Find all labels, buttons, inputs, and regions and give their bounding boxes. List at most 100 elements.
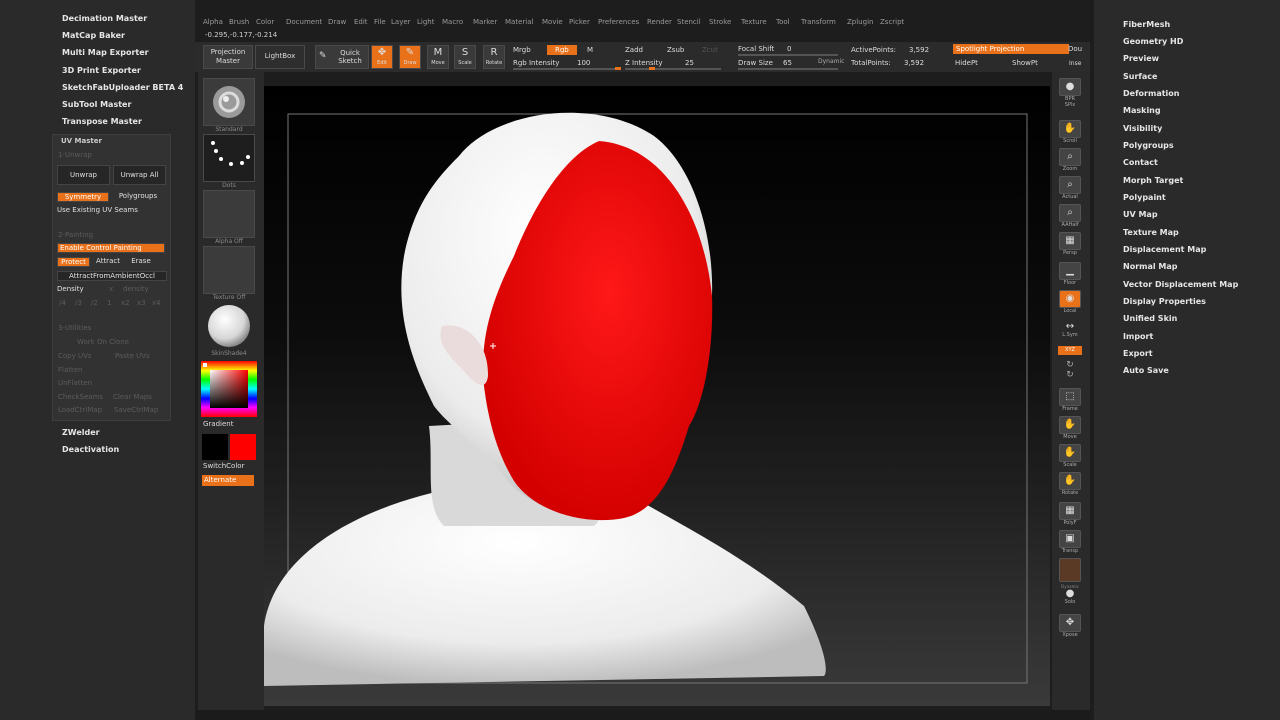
attract-from-ambient-occlusion-button[interactable]: AttractFromAmbientOccl [57,271,167,281]
display-properties-menu[interactable]: Display Properties [1123,297,1206,306]
document-canvas[interactable] [264,86,1050,706]
stroke-thumbnail[interactable] [203,134,255,182]
material-thumbnail[interactable] [203,302,255,350]
zadd-button[interactable]: Zadd [625,46,643,54]
frame-button[interactable]: ⬚ Frame [1058,388,1082,414]
menu-brush[interactable]: Brush [229,18,249,26]
paste-uvs-button[interactable]: Paste UVs [115,352,150,360]
alpha-thumbnail[interactable] [203,190,255,238]
plugin-zwelder[interactable]: ZWelder [62,428,100,437]
rgb-intensity-slider[interactable] [513,67,621,70]
menu-preferences[interactable]: Preferences [598,18,639,26]
rgb-intensity-slider-knob[interactable] [615,67,621,70]
polygroups-menu[interactable]: Polygroups [1123,141,1174,150]
masking-menu[interactable]: Masking [1123,106,1161,115]
solo-button[interactable]: Dynamic ● Solo [1058,584,1082,610]
zcut-button[interactable]: Zcut [702,46,718,54]
menu-stencil[interactable]: Stencil [677,18,701,26]
scroll-button[interactable]: ✋ Scroll [1058,120,1082,146]
persp-button[interactable]: ▦ Persp [1058,232,1082,258]
lightbox-button[interactable]: LightBox [255,45,305,69]
uv-master-title[interactable]: UV Master [61,137,102,145]
plugin-3d-print-exporter[interactable]: 3D Print Exporter [62,66,141,75]
polypaint-menu[interactable]: Polypaint [1123,193,1166,202]
menu-material[interactable]: Material [505,18,533,26]
projection-master-button[interactable]: Projection Master [203,45,253,69]
z-intensity-slider-knob[interactable] [649,67,655,70]
double-toggle[interactable]: Dou [1068,45,1082,53]
spotlight-projection-toggle[interactable]: Spotlight Projection [953,44,1069,54]
rotate-view-button[interactable]: ✋ Rotate [1058,472,1082,498]
focal-shift-value[interactable]: 0 [787,45,791,53]
lsym-button[interactable]: ↔ L.Sym [1058,322,1082,348]
menu-stroke[interactable]: Stroke [709,18,731,26]
uv-map-menu[interactable]: UV Map [1123,210,1158,219]
hidept-button[interactable]: HidePt [955,59,978,67]
unflatten-button[interactable]: UnFlatten [58,379,92,387]
menu-document[interactable]: Document [286,18,322,26]
export-menu[interactable]: Export [1123,349,1153,358]
rotate-axis-icons[interactable]: ↻ ↻ [1058,360,1082,384]
menu-picker[interactable]: Picker [569,18,590,26]
plugin-deactivation[interactable]: Deactivation [62,445,119,454]
rgb-button[interactable]: Rgb [547,45,577,55]
visibility-menu[interactable]: Visibility [1123,124,1162,133]
floor-button[interactable]: ▁ Floor [1058,262,1082,288]
fibermesh-menu[interactable]: FiberMesh [1123,20,1170,29]
preview-menu[interactable]: Preview [1123,54,1159,63]
focal-shift-slider[interactable] [738,54,838,56]
menu-texture[interactable]: Texture [741,18,767,26]
menu-marker[interactable]: Marker [473,18,497,26]
protect-button[interactable]: Protect [57,257,90,267]
density-step-4[interactable]: 1 [107,299,111,307]
xpose-button[interactable]: ✥ Xpose [1058,614,1082,640]
m-button[interactable]: M [587,46,593,54]
menu-tool[interactable]: Tool [776,18,790,26]
texture-map-menu[interactable]: Texture Map [1123,228,1179,237]
main-color-swatch[interactable] [202,434,228,460]
rgb-intensity-value[interactable]: 100 [577,59,590,67]
clear-maps-button[interactable]: Clear Maps [113,393,152,401]
insert-button[interactable]: Inse [1069,60,1081,67]
z-intensity-slider[interactable] [625,67,721,70]
density-step-7[interactable]: x4 [152,299,161,307]
secondary-color-swatch[interactable] [230,434,256,460]
import-menu[interactable]: Import [1123,332,1153,341]
contact-menu[interactable]: Contact [1123,158,1158,167]
morph-target-menu[interactable]: Morph Target [1123,176,1183,185]
density-step-6[interactable]: x3 [137,299,146,307]
head-model-viewport[interactable] [264,86,1050,706]
erase-button[interactable]: Erase [125,257,157,267]
menu-macro[interactable]: Macro [442,18,463,26]
ghost-button[interactable] [1058,558,1082,584]
menu-alpha[interactable]: Alpha [203,18,223,26]
plugin-sketchfab-uploader[interactable]: SketchFabUploader BETA 4 [62,83,183,92]
actual-button[interactable]: ⌕ Actual [1058,176,1082,202]
load-ctrl-map-button[interactable]: LoadCtrlMap [58,406,102,414]
density-slider[interactable]: density [123,285,149,293]
density-step-2[interactable]: /3 [75,299,82,307]
unwrap-all-button[interactable]: Unwrap All [113,165,166,185]
use-existing-uv-seams-toggle[interactable]: Use Existing UV Seams [57,206,165,216]
scale-button[interactable]: S Scale [454,45,476,69]
menu-light[interactable]: Light [417,18,434,26]
menu-zplugin[interactable]: Zplugin [847,18,873,26]
texture-thumbnail[interactable] [203,246,255,294]
normal-map-menu[interactable]: Normal Map [1123,262,1177,271]
local-button[interactable]: ◉ Local [1058,290,1082,316]
draw-size-value[interactable]: 65 [783,59,792,67]
z-intensity-value[interactable]: 25 [685,59,694,67]
spix-slider[interactable]: SPix [1058,102,1082,114]
flatten-button[interactable]: Flatten [58,366,83,374]
menu-transform[interactable]: Transform [801,18,836,26]
unified-skin-menu[interactable]: Unified Skin [1123,314,1177,323]
zoom-button[interactable]: ⌕ Zoom [1058,148,1082,174]
menu-movie[interactable]: Movie [542,18,563,26]
menu-render[interactable]: Render [647,18,672,26]
check-seams-button[interactable]: CheckSeams [58,393,103,401]
plugin-subtool-master[interactable]: SubTool Master [62,100,131,109]
mrgb-button[interactable]: Mrgb [513,46,531,54]
vector-displacement-map-menu[interactable]: Vector Displacement Map [1123,280,1238,289]
work-on-clone-button[interactable]: Work On Clone [77,338,129,346]
xyz-button[interactable]: XYZ [1058,346,1082,356]
